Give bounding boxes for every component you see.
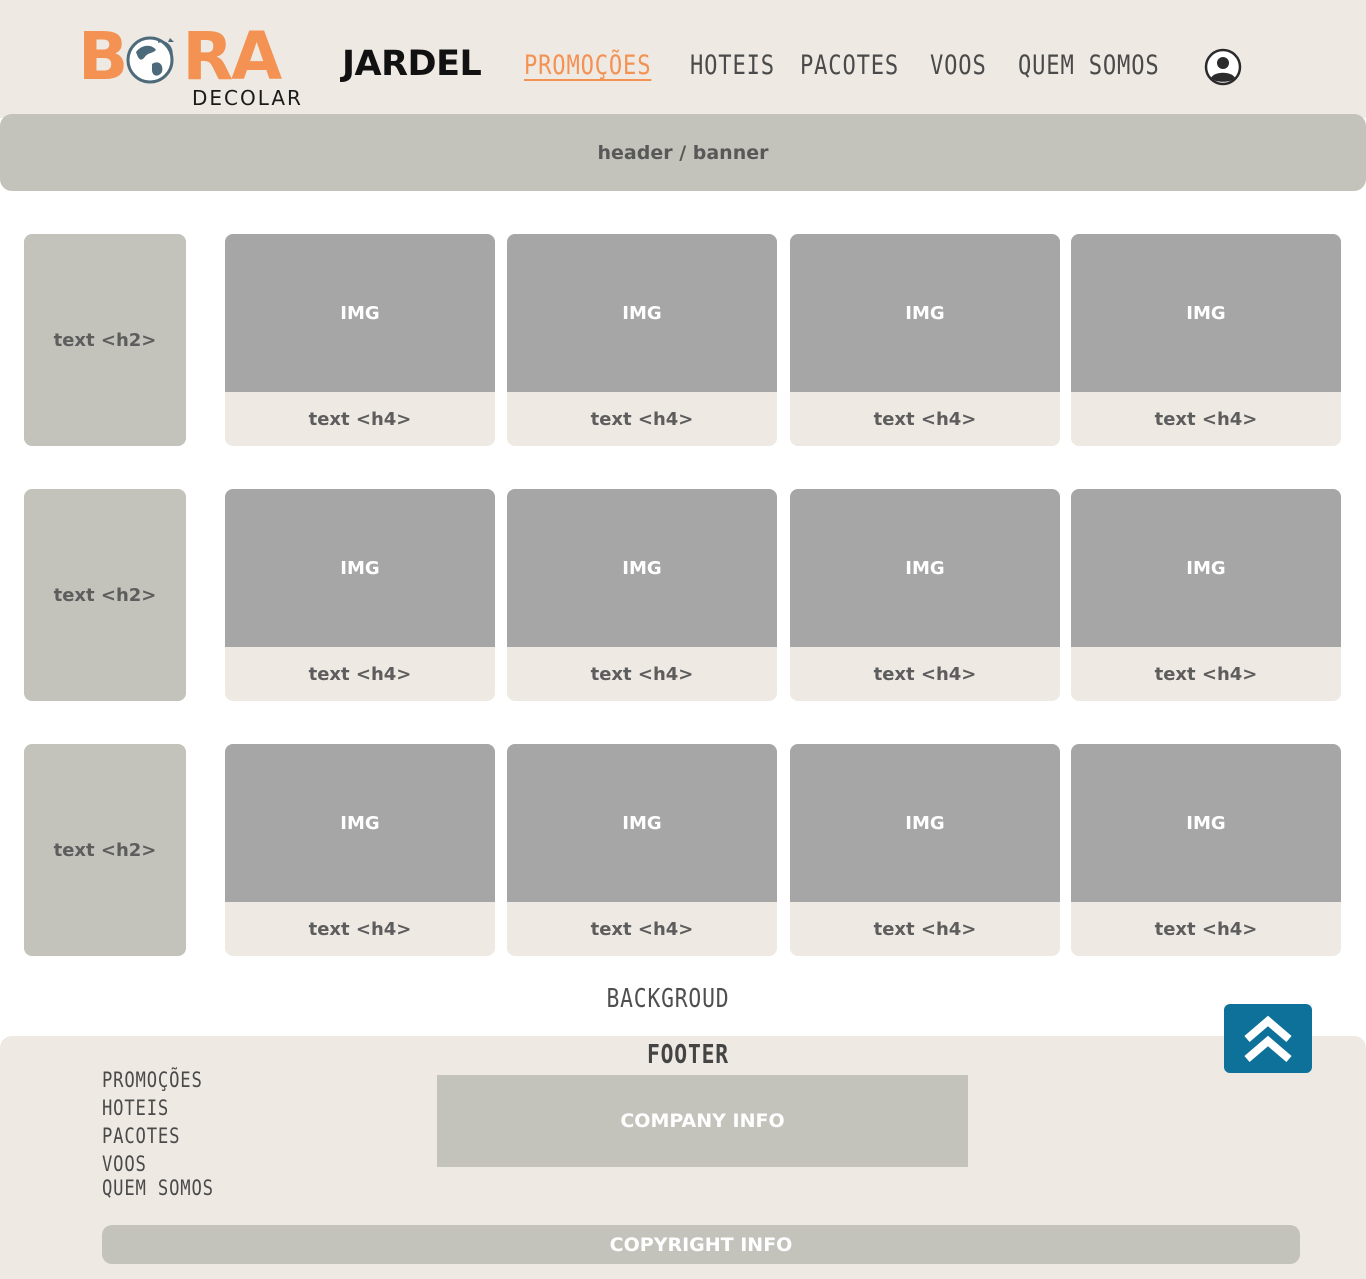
footer-link-hoteis[interactable]: HOTEIS [102,1096,169,1120]
logo-subtitle: DECOLAR [192,86,303,110]
promo-card[interactable]: IMG text <h4> [1071,234,1341,446]
row-title: text <h2> [53,329,157,351]
promo-card[interactable]: IMG text <h4> [1071,744,1341,956]
card-image: IMG [1071,744,1341,902]
double-chevron-up-icon [1244,1015,1292,1062]
promo-card[interactable]: IMG text <h4> [225,489,495,701]
footer-link-promocoes[interactable]: PROMOÇÕES [102,1068,203,1092]
promo-card[interactable]: IMG text <h4> [507,744,777,956]
promo-card[interactable]: IMG text <h4> [225,744,495,956]
logo-wordmark: B RA [78,18,282,95]
promo-card[interactable]: IMG text <h4> [507,489,777,701]
header-banner: header / banner [0,114,1366,191]
globe-icon [126,36,174,84]
promo-card[interactable]: IMG text <h4> [507,234,777,446]
copyright-info: COPYRIGHT INFO [102,1225,1300,1264]
row-title: text <h2> [53,839,157,861]
card-image: IMG [790,489,1060,647]
card-caption: text <h4> [308,918,412,940]
footer-link-voos[interactable]: VOOS [102,1152,147,1176]
card-image: IMG [225,234,495,392]
card-caption: text <h4> [590,408,694,430]
promo-card[interactable]: IMG text <h4> [790,489,1060,701]
card-image: IMG [1071,234,1341,392]
card-caption: text <h4> [873,663,977,685]
nav-quem-somos[interactable]: QUEM SOMOS [1018,50,1160,81]
card-caption: text <h4> [1154,408,1258,430]
footer-link-pacotes[interactable]: PACOTES [102,1124,180,1148]
scroll-to-top-button[interactable] [1224,1004,1312,1073]
card-caption: text <h4> [1154,918,1258,940]
card-image: IMG [507,744,777,902]
footer-link-quem-somos[interactable]: QUEM SOMOS [102,1176,214,1200]
card-caption: text <h4> [590,918,694,940]
company-info: COMPANY INFO [437,1075,968,1167]
card-image: IMG [507,489,777,647]
nav-hoteis[interactable]: HOTEIS [690,50,775,81]
card-caption: text <h4> [873,918,977,940]
card-image: IMG [790,744,1060,902]
card-caption: text <h4> [590,663,694,685]
promo-card[interactable]: IMG text <h4> [1071,489,1341,701]
card-image: IMG [507,234,777,392]
card-caption: text <h4> [1154,663,1258,685]
card-caption: text <h4> [308,408,412,430]
user-circle-icon[interactable] [1204,48,1242,86]
brand-name: JARDEL [342,44,482,84]
nav-voos[interactable]: VOOS [930,50,987,81]
nav-pacotes[interactable]: PACOTES [800,50,899,81]
row-title-card: text <h2> [24,234,186,446]
promo-card[interactable]: IMG text <h4> [790,744,1060,956]
card-caption: text <h4> [873,408,977,430]
promo-card[interactable]: IMG text <h4> [225,234,495,446]
row-title-card: text <h2> [24,489,186,701]
row-title-card: text <h2> [24,744,186,956]
row-title: text <h2> [53,584,157,606]
top-navbar: B RA DECOLAR JARDEL PROMOÇÕES HOTEIS PACO… [0,0,1366,118]
logo[interactable]: B RA DECOLAR [78,18,301,112]
footer-title: FOOTER [647,1040,729,1070]
card-image: IMG [225,744,495,902]
background-label: BACKGROUD [606,984,730,1014]
card-caption: text <h4> [308,663,412,685]
nav-promocoes[interactable]: PROMOÇÕES [524,50,651,81]
card-image: IMG [1071,489,1341,647]
card-image: IMG [790,234,1060,392]
banner-label: header / banner [597,141,769,164]
card-image: IMG [225,489,495,647]
promo-card[interactable]: IMG text <h4> [790,234,1060,446]
